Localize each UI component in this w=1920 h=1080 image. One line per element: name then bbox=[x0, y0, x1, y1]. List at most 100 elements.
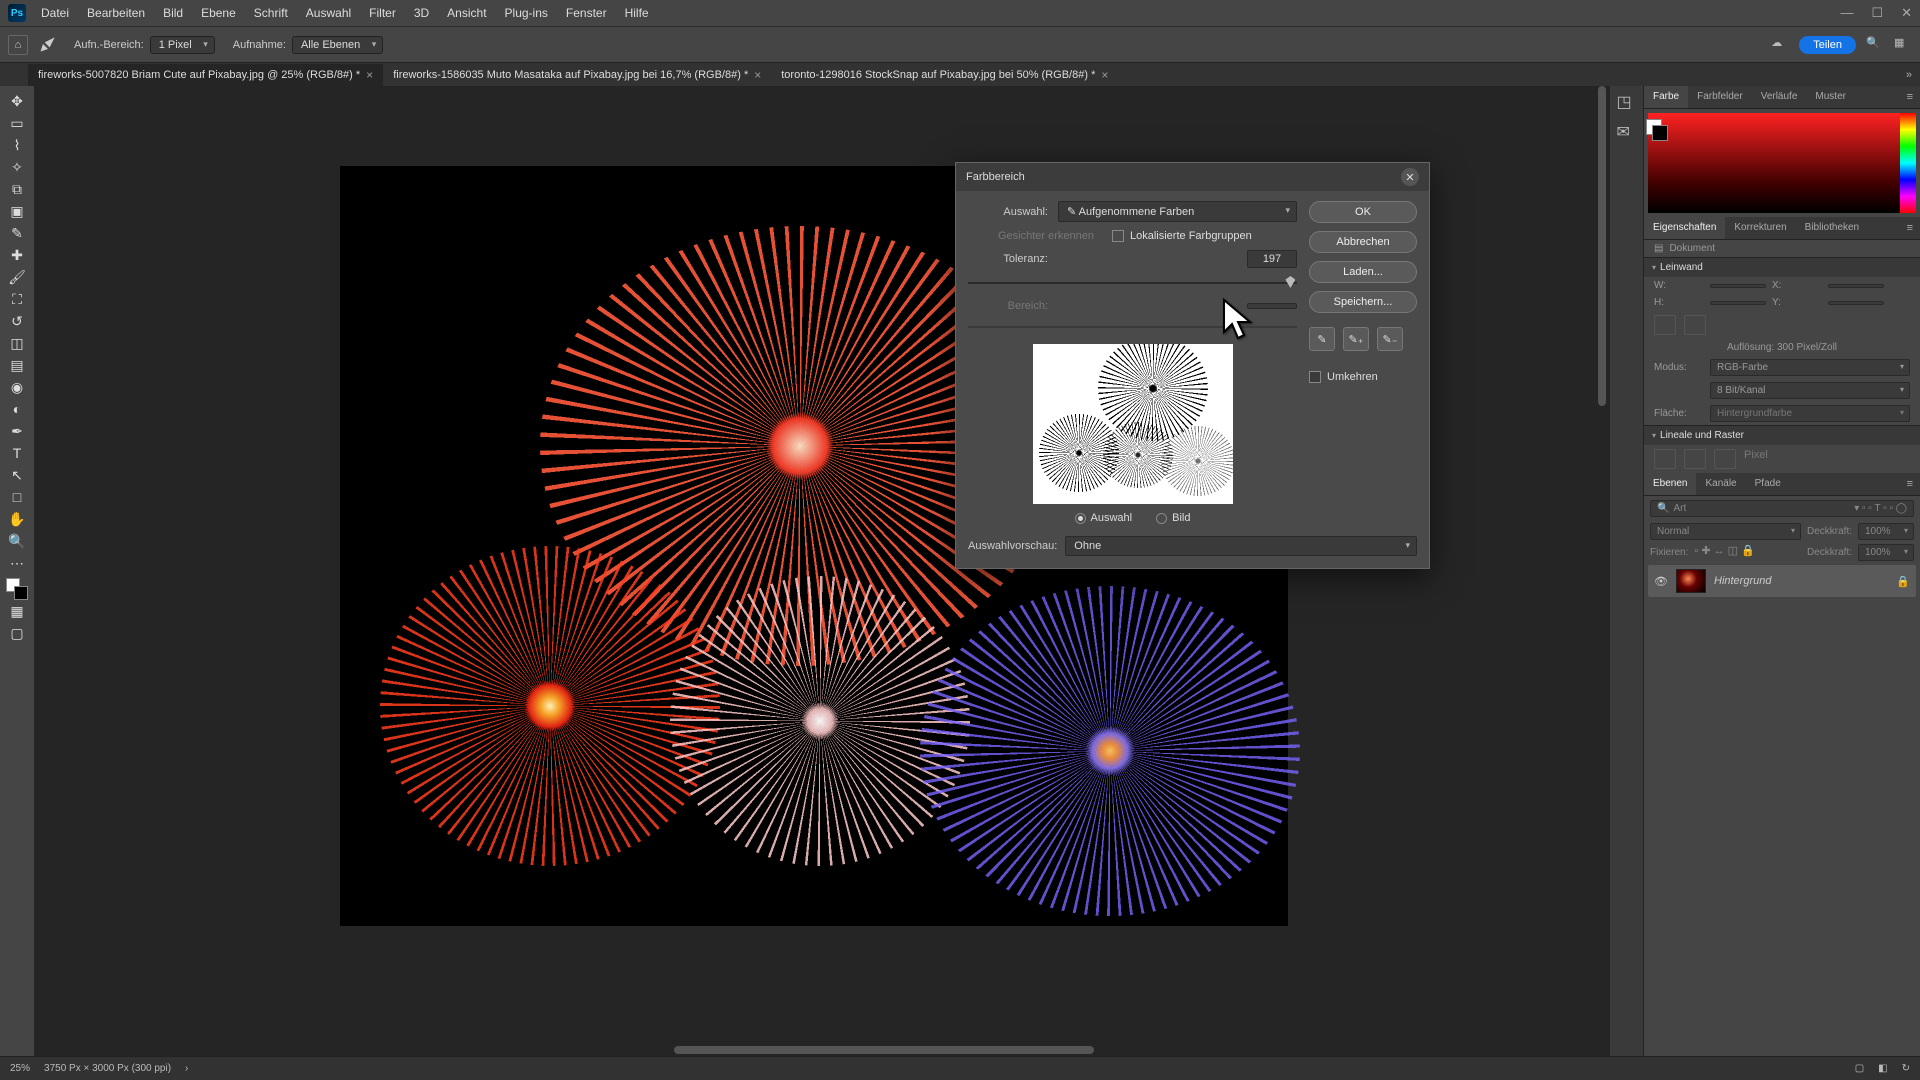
y-field[interactable] bbox=[1828, 301, 1884, 305]
menu-datei[interactable]: Datei bbox=[32, 6, 78, 20]
eyedropper-tool-icon[interactable]: ✎ bbox=[4, 222, 30, 244]
zoom-tool-icon[interactable]: 🔍 bbox=[4, 530, 30, 552]
section-lineale[interactable]: Lineale und Raster bbox=[1644, 425, 1920, 445]
tab-korrekturen[interactable]: Korrekturen bbox=[1725, 217, 1795, 239]
home-icon[interactable]: ⌂ bbox=[8, 35, 28, 55]
sample-size-dropdown[interactable]: 1 Pixel bbox=[150, 36, 215, 54]
tab-muster[interactable]: Muster bbox=[1806, 86, 1855, 108]
marquee-tool-icon[interactable]: ▭ bbox=[4, 112, 30, 134]
tab-kanaele[interactable]: Kanäle bbox=[1696, 473, 1745, 495]
lasso-tool-icon[interactable]: ⌇ bbox=[4, 134, 30, 156]
tab-close-icon[interactable]: × bbox=[754, 68, 761, 82]
radio-auswahl[interactable]: Auswahl bbox=[1075, 512, 1133, 524]
current-tool-icon[interactable] bbox=[38, 34, 60, 56]
grid-unit-dropdown[interactable]: Pixel bbox=[1744, 449, 1910, 469]
tab-farbfelder[interactable]: Farbfelder bbox=[1688, 86, 1752, 108]
ok-button[interactable]: OK bbox=[1309, 201, 1417, 223]
menu-3d[interactable]: 3D bbox=[405, 6, 438, 20]
menu-filter[interactable]: Filter bbox=[360, 6, 405, 20]
tab-bibliotheken[interactable]: Bibliotheken bbox=[1796, 217, 1868, 239]
menu-fenster[interactable]: Fenster bbox=[557, 6, 616, 20]
invert-checkbox[interactable] bbox=[1309, 371, 1321, 383]
panel-menu-icon[interactable]: ≡ bbox=[1900, 217, 1920, 239]
screenmode-icon[interactable]: ▢ bbox=[4, 622, 30, 644]
dialog-close-icon[interactable]: ✕ bbox=[1401, 168, 1419, 186]
load-button[interactable]: Laden... bbox=[1309, 261, 1417, 283]
window-close[interactable]: ✕ bbox=[1901, 5, 1912, 21]
tolerance-field[interactable]: 197 bbox=[1247, 250, 1297, 268]
path-tool-icon[interactable]: ↖ bbox=[4, 464, 30, 486]
hue-slider[interactable] bbox=[1900, 113, 1916, 213]
dialog-titlebar[interactable]: Farbbereich ✕ bbox=[956, 163, 1429, 191]
sample-layers-dropdown[interactable]: Alle Ebenen bbox=[292, 36, 383, 54]
type-tool-icon[interactable]: T bbox=[4, 442, 30, 464]
menu-ebene[interactable]: Ebene bbox=[192, 6, 245, 20]
menu-bearbeiten[interactable]: Bearbeiten bbox=[78, 6, 154, 20]
width-field[interactable] bbox=[1710, 284, 1766, 288]
workspace-icon[interactable]: ▦ bbox=[1894, 36, 1912, 54]
cloud-icon[interactable]: ☁ bbox=[1771, 36, 1789, 54]
share-button[interactable]: Teilen bbox=[1799, 36, 1856, 54]
panel-menu-icon[interactable]: ≡ bbox=[1900, 473, 1920, 495]
wand-tool-icon[interactable]: ✧ bbox=[4, 156, 30, 178]
menu-plugins[interactable]: Plug-ins bbox=[496, 6, 557, 20]
visibility-icon[interactable]: 👁 bbox=[1654, 575, 1668, 588]
orientation-portrait-icon[interactable] bbox=[1654, 315, 1676, 335]
color-picker[interactable] bbox=[1648, 113, 1916, 213]
window-maximize[interactable]: ☐ bbox=[1871, 5, 1883, 21]
tab-close-icon[interactable]: × bbox=[366, 68, 373, 82]
eraser-tool-icon[interactable]: ◫ bbox=[4, 332, 30, 354]
dodge-tool-icon[interactable]: ◐ bbox=[4, 398, 30, 420]
menu-ansicht[interactable]: Ansicht bbox=[438, 6, 495, 20]
status-icon[interactable]: ◧ bbox=[1878, 1063, 1887, 1074]
document-info[interactable]: 3750 Px × 3000 Px (300 ppi) bbox=[44, 1063, 171, 1074]
eyedropper-add-icon[interactable]: ✎₊ bbox=[1343, 327, 1369, 351]
tab-farbe[interactable]: Farbe bbox=[1644, 86, 1688, 108]
color-swatches[interactable] bbox=[6, 578, 28, 600]
document-tab-1[interactable]: fireworks-5007820 Briam Cute auf Pixabay… bbox=[28, 64, 383, 86]
crop-tool-icon[interactable]: ⧉ bbox=[4, 178, 30, 200]
menu-bild[interactable]: Bild bbox=[154, 6, 192, 20]
tools-more-icon[interactable]: ⋯ bbox=[4, 552, 30, 574]
shape-tool-icon[interactable]: □ bbox=[4, 486, 30, 508]
x-field[interactable] bbox=[1828, 284, 1884, 288]
cancel-button[interactable]: Abbrechen bbox=[1309, 231, 1417, 253]
search-icon[interactable]: 🔍 bbox=[1866, 36, 1884, 54]
ruler-icon[interactable] bbox=[1654, 449, 1676, 469]
brush-tool-icon[interactable]: 🖌 bbox=[4, 266, 30, 288]
grid-icon[interactable] bbox=[1684, 449, 1706, 469]
blend-mode-dropdown[interactable]: Normal bbox=[1650, 523, 1801, 540]
save-button[interactable]: Speichern... bbox=[1309, 291, 1417, 313]
mode-dropdown[interactable]: RGB-Farbe bbox=[1710, 359, 1910, 376]
zoom-level[interactable]: 25% bbox=[10, 1063, 30, 1074]
hand-tool-icon[interactable]: ✋ bbox=[4, 508, 30, 530]
frame-tool-icon[interactable]: ▣ bbox=[4, 200, 30, 222]
status-icon[interactable]: ▢ bbox=[1855, 1063, 1864, 1074]
radio-bild[interactable]: Bild bbox=[1156, 512, 1190, 524]
lock-icon[interactable]: 🔒 bbox=[1896, 575, 1910, 588]
move-tool-icon[interactable]: ✥ bbox=[4, 90, 30, 112]
selection-preview[interactable] bbox=[1033, 344, 1233, 504]
guides-icon[interactable] bbox=[1714, 449, 1736, 469]
select-dropdown[interactable]: ✎ Aufgenommene Farben bbox=[1058, 201, 1297, 222]
window-minimize[interactable]: — bbox=[1840, 5, 1853, 21]
quickmask-icon[interactable]: ▦ bbox=[4, 600, 30, 622]
menu-schrift[interactable]: Schrift bbox=[245, 6, 297, 20]
tab-close-icon[interactable]: × bbox=[1101, 68, 1108, 82]
preview-mode-dropdown[interactable]: Ohne bbox=[1065, 536, 1417, 556]
heal-tool-icon[interactable]: ✚ bbox=[4, 244, 30, 266]
eyedropper-subtract-icon[interactable]: ✎₋ bbox=[1377, 327, 1403, 351]
status-arrow-icon[interactable]: › bbox=[185, 1063, 188, 1074]
gradient-tool-icon[interactable]: ▤ bbox=[4, 354, 30, 376]
tab-eigenschaften[interactable]: Eigenschaften bbox=[1644, 217, 1725, 239]
stamp-tool-icon[interactable]: ⛶ bbox=[4, 288, 30, 310]
eyedropper-icon[interactable]: ✎ bbox=[1309, 327, 1335, 351]
fill-opacity-field[interactable]: 100% bbox=[1858, 544, 1914, 561]
tabs-overflow-icon[interactable]: » bbox=[1906, 69, 1912, 81]
vertical-scrollbar[interactable] bbox=[1596, 86, 1608, 1056]
opacity-field[interactable]: 100% bbox=[1858, 523, 1914, 540]
layer-item[interactable]: 👁 Hintergrund 🔒 bbox=[1648, 565, 1916, 597]
history-panel-icon[interactable]: ◳ bbox=[1617, 92, 1637, 112]
history-brush-icon[interactable]: ↺ bbox=[4, 310, 30, 332]
height-field[interactable] bbox=[1710, 301, 1766, 305]
